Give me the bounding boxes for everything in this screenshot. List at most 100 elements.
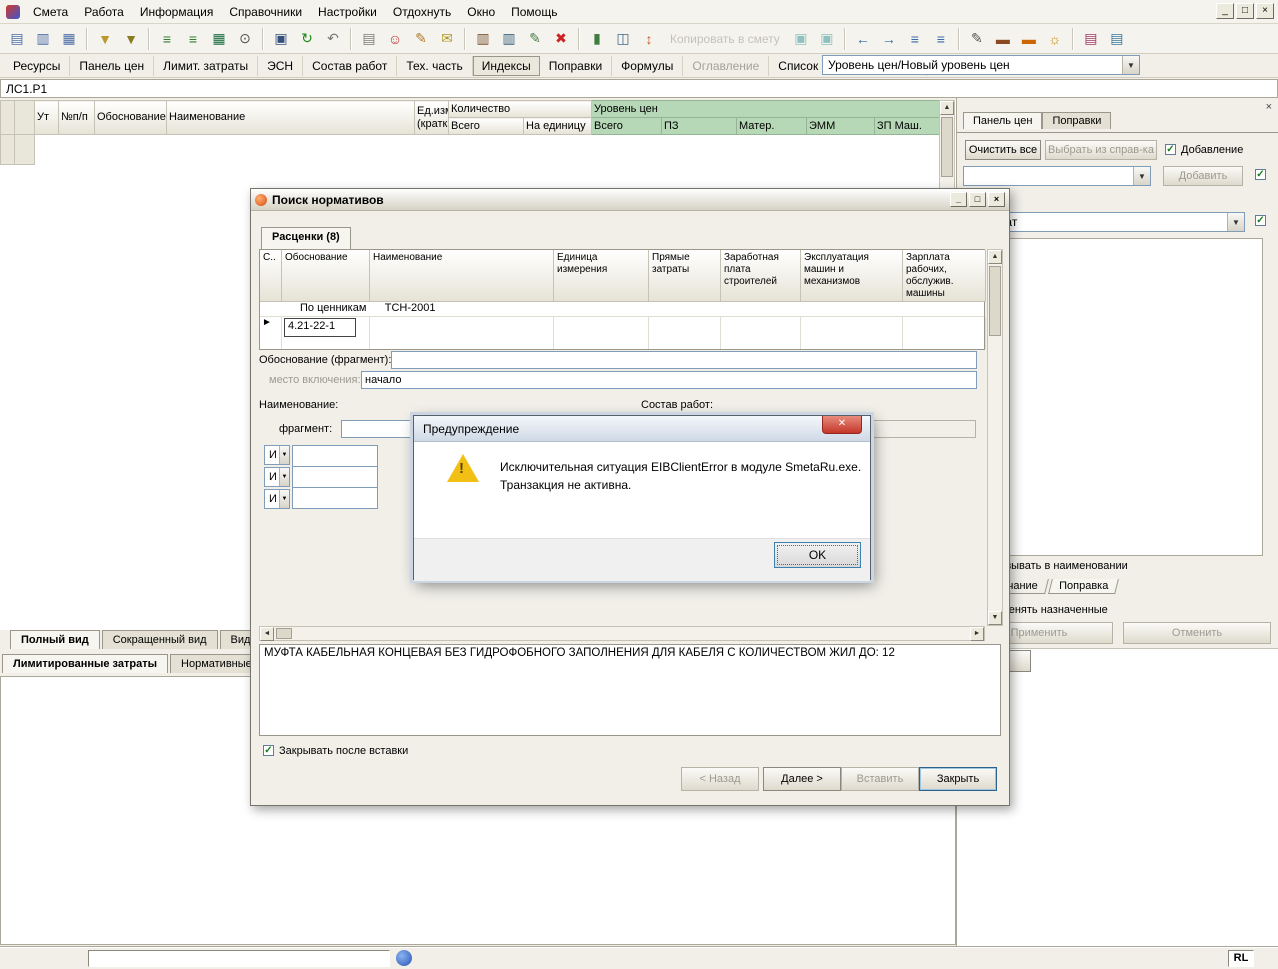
list-left-icon[interactable]: ≡ xyxy=(903,27,927,51)
edit-position-icon[interactable]: ✎ xyxy=(409,27,433,51)
clear-all-button[interactable]: Очистить все xyxy=(965,140,1041,160)
menu-item[interactable]: Информация xyxy=(132,1,221,23)
dialog-minimize-button[interactable]: _ xyxy=(950,192,967,207)
view-tab[interactable]: Полный вид xyxy=(10,630,100,649)
close-button[interactable]: × xyxy=(1256,3,1274,19)
comment-icon[interactable]: ✉ xyxy=(435,27,459,51)
col-unit[interactable]: Ед.изм. (краткая xyxy=(415,101,449,135)
results-record-row[interactable]: ► 4.21-22-1 xyxy=(260,317,984,349)
report-icon[interactable]: ◫ xyxy=(611,27,635,51)
menu-item[interactable]: Окно xyxy=(459,1,503,23)
dialog-close-button[interactable]: × xyxy=(988,192,1005,207)
insert-row-icon[interactable]: ▤ xyxy=(357,27,381,51)
results-column-header[interactable]: Зарплата рабочих, обслужив. машины xyxy=(903,250,986,302)
filter-setup-icon[interactable]: ▼ xyxy=(119,27,143,51)
panel-tab[interactable]: Ресурсы xyxy=(4,56,70,76)
level-down-icon[interactable]: → xyxy=(877,27,901,51)
level-up-icon[interactable]: ← xyxy=(851,27,875,51)
col-num[interactable]: №п/п xyxy=(59,101,95,135)
tab-correction[interactable]: Поправка xyxy=(1048,579,1119,594)
menu-item[interactable]: Справочники xyxy=(221,1,310,23)
catalog-book-icon[interactable]: ▥ xyxy=(497,27,521,51)
delete-icon[interactable]: ✖ xyxy=(549,27,573,51)
panel-tab[interactable]: Лимит. затраты xyxy=(154,56,258,76)
excel-export-icon[interactable]: ▦ xyxy=(207,27,231,51)
close-after-insert-checkbox[interactable] xyxy=(263,745,274,756)
price-panel-tab[interactable]: Панель цен xyxy=(963,112,1042,129)
panel-tab[interactable]: Тех. часть xyxy=(397,56,472,76)
panel-close-icon[interactable]: × xyxy=(1266,101,1272,113)
structure-tree-icon[interactable]: ≡ xyxy=(155,27,179,51)
warning-titlebar[interactable]: Предупреждение xyxy=(414,416,870,442)
price-panel-tab[interactable]: Поправки xyxy=(1042,112,1111,129)
edit-note-icon[interactable]: ✎ xyxy=(523,27,547,51)
chevron-down-icon[interactable]: ▼ xyxy=(1122,56,1139,74)
overhead-icon[interactable]: ☼ xyxy=(1043,27,1067,51)
next-button[interactable]: Далее > xyxy=(763,767,841,791)
norm-books-icon[interactable]: ▤ xyxy=(1079,27,1103,51)
col-level-zpm[interactable]: ЗП Маш. xyxy=(875,118,940,135)
results-column-header[interactable]: С.. xyxy=(260,250,282,302)
refresh-icon[interactable]: ↻ xyxy=(295,27,319,51)
include-place-input[interactable] xyxy=(361,371,977,389)
menu-item[interactable]: Работа xyxy=(76,1,132,23)
adding-checkbox[interactable] xyxy=(1165,144,1176,155)
resources-icon[interactable]: ☺ xyxy=(383,27,407,51)
col-level-pz[interactable]: ПЗ xyxy=(662,118,737,135)
menu-item[interactable]: Смета xyxy=(25,1,76,23)
name-fragment-extra-input[interactable] xyxy=(292,445,378,467)
undo-icon[interactable]: ↶ xyxy=(321,27,345,51)
filter-icon[interactable]: ▼ xyxy=(93,27,117,51)
col-qty-total[interactable]: Всего xyxy=(449,118,524,135)
menu-item[interactable]: Настройки xyxy=(310,1,385,23)
dialog-horizontal-scrollbar[interactable]: ◄ ► xyxy=(259,626,985,641)
recalc-icon[interactable]: ↕ xyxy=(637,27,661,51)
norm-name-memo[interactable]: МУФТА КАБЕЛЬНАЯ КОНЦЕВАЯ БЕЗ ГИДРОФОБНОГ… xyxy=(259,644,1001,736)
transport-icon[interactable]: ▬ xyxy=(991,27,1015,51)
and-operator-combo[interactable]: И▼ xyxy=(264,489,290,509)
and-operator-combo[interactable]: И▼ xyxy=(264,445,290,465)
bottom-tab[interactable]: Лимитированные затраты xyxy=(2,654,168,673)
results-column-header[interactable]: Заработная плата строителей xyxy=(721,250,801,302)
search-results-table[interactable]: С..ОбоснованиеНаименованиеЕдиница измере… xyxy=(259,249,985,350)
col-price-level[interactable]: Уровень цен xyxy=(592,101,940,118)
dialog-titlebar[interactable]: Поиск нормативов _ □ × xyxy=(251,189,1009,211)
col-level-emm[interactable]: ЭММ xyxy=(807,118,875,135)
panel-tool-button[interactable] xyxy=(1007,650,1031,672)
results-column-header[interactable]: Эксплуатация машин и механизмов xyxy=(801,250,903,302)
price-level-combo[interactable]: Уровень цен/Новый уровень цен ▼ xyxy=(822,55,1140,75)
rashmat-checkbox[interactable] xyxy=(1255,215,1266,226)
menu-item[interactable]: Отдохнуть xyxy=(385,1,459,23)
results-column-header[interactable]: Единица измерения xyxy=(554,250,649,302)
maximize-button[interactable]: □ xyxy=(1236,3,1254,19)
name-fragment-extra-input[interactable] xyxy=(292,466,378,488)
results-column-header[interactable]: Обоснование xyxy=(282,250,370,302)
chart-icon[interactable]: ▮ xyxy=(585,27,609,51)
results-column-header[interactable]: Наименование xyxy=(370,250,554,302)
tab-rates[interactable]: Расценки (8) xyxy=(261,227,351,249)
dialog-vertical-scrollbar[interactable]: ▲ ▼ xyxy=(987,249,1003,626)
dialog-maximize-button[interactable]: □ xyxy=(969,192,986,207)
col-qty-unit[interactable]: На единицу xyxy=(524,118,592,135)
warning-close-button[interactable]: ✕ xyxy=(822,416,862,434)
close-dialog-button[interactable]: Закрыть xyxy=(919,767,997,791)
combo2-checkbox[interactable] xyxy=(1255,169,1266,180)
col-justification[interactable]: Обоснование xyxy=(95,101,167,135)
panel-tab[interactable]: Формулы xyxy=(612,56,683,76)
panel-tab[interactable]: Индексы xyxy=(473,56,540,76)
draw-icon[interactable]: ✎ xyxy=(965,27,989,51)
panel-tab[interactable]: Состав работ xyxy=(303,56,397,76)
object-estimate-icon[interactable]: ▥ xyxy=(31,27,55,51)
record-code-editor[interactable]: 4.21-22-1 xyxy=(284,318,356,337)
col-quantity[interactable]: Количество xyxy=(449,101,592,118)
panel-tab[interactable]: Поправки xyxy=(540,56,612,76)
col-name[interactable]: Наименование xyxy=(167,101,415,135)
menu-item[interactable]: Помощь xyxy=(503,1,565,23)
search-icon[interactable]: ⊙ xyxy=(233,27,257,51)
ok-button[interactable]: OK xyxy=(774,542,861,568)
col-level-total[interactable]: Всего xyxy=(592,118,662,135)
list-right-icon[interactable]: ≡ xyxy=(929,27,953,51)
justification-fragment-input[interactable] xyxy=(391,351,977,369)
machines-icon[interactable]: ▬ xyxy=(1017,27,1041,51)
summary-estimate-icon[interactable]: ▦ xyxy=(57,27,81,51)
